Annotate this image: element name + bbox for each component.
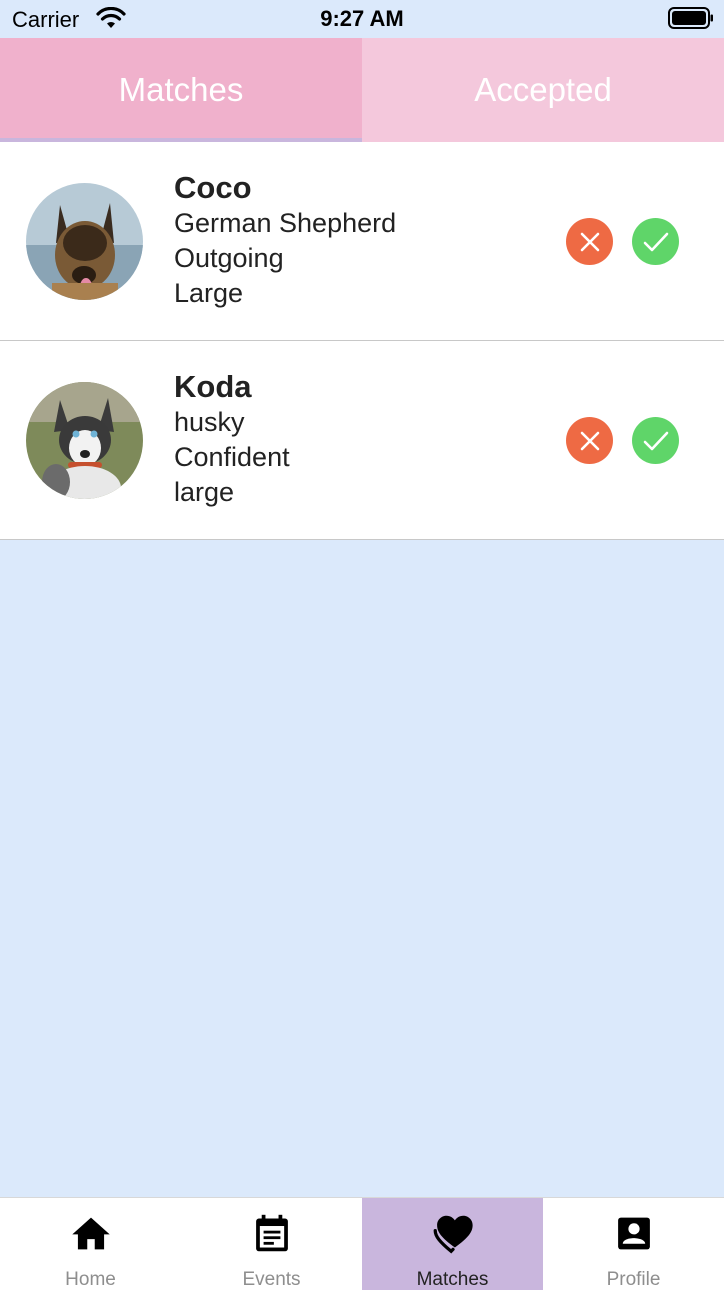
match-breed: German Shepherd [174, 208, 397, 238]
nav-label-matches: Matches [416, 1269, 489, 1290]
status-bar: Carrier 9:27 AM [0, 0, 724, 38]
match-temperament: Confident [174, 442, 290, 472]
avatar [26, 382, 143, 499]
x-icon [580, 232, 599, 251]
tab-matches-label: Matches [118, 71, 244, 108]
tab-matches[interactable]: Matches [0, 38, 362, 142]
profile-icon [617, 1217, 650, 1250]
heart-icon [433, 1215, 473, 1254]
home-icon [71, 1217, 110, 1250]
calendar-icon [255, 1214, 288, 1252]
nav-item-profile[interactable]: Profile [543, 1198, 724, 1290]
tab-accepted-label: Accepted [474, 71, 612, 108]
match-info: Coco German Shepherd Outgoing Large [174, 170, 396, 311]
clock: 9:27 AM [320, 6, 404, 31]
match-info: Koda husky Confident large [174, 369, 290, 510]
match-list: Coco German Shepherd Outgoing Large Koda… [0, 142, 724, 540]
match-name: Coco [174, 170, 252, 205]
husky-photo [26, 382, 143, 499]
nav-item-home[interactable]: Home [0, 1198, 181, 1290]
x-icon [580, 431, 599, 450]
match-name: Koda [174, 369, 252, 404]
nav-item-matches[interactable]: Matches [362, 1198, 543, 1290]
battery-icon [668, 7, 713, 29]
check-icon [643, 431, 668, 450]
bottom-nav: Home Events Matches Profile [0, 1197, 724, 1290]
nav-item-events[interactable]: Events [181, 1198, 362, 1290]
nav-label-profile: Profile [606, 1269, 661, 1290]
match-breed: husky [174, 407, 245, 437]
accept-button[interactable] [632, 417, 679, 464]
list-item[interactable]: Koda husky Confident large [0, 341, 724, 540]
nav-label-home: Home [65, 1269, 116, 1290]
tab-accepted[interactable]: Accepted [362, 38, 724, 142]
nav-label-events: Events [242, 1269, 301, 1290]
german-shepherd-photo [26, 183, 143, 300]
list-item[interactable]: Coco German Shepherd Outgoing Large [0, 142, 724, 341]
check-icon [643, 232, 668, 251]
reject-button[interactable] [566, 218, 613, 265]
match-size: Large [174, 278, 244, 308]
avatar [26, 183, 143, 300]
reject-button[interactable] [566, 417, 613, 464]
match-temperament: Outgoing [174, 243, 284, 273]
tab-bar: Matches Accepted [0, 38, 724, 142]
accept-button[interactable] [632, 218, 679, 265]
match-size: large [174, 477, 235, 507]
